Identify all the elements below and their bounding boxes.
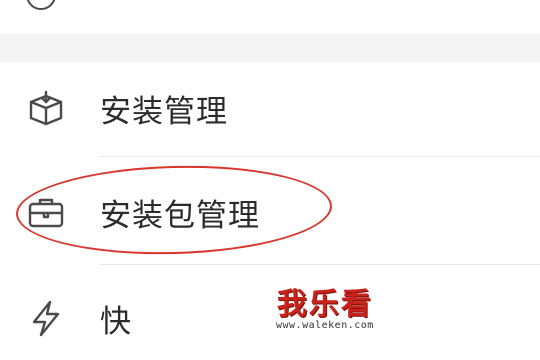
package-box-icon [29, 90, 63, 126]
circle-icon [26, 0, 56, 10]
menu-item-quick[interactable] [0, 272, 540, 360]
watermark: 我乐看 www.waleken.com [276, 287, 374, 332]
watermark-url: www.waleken.com [276, 320, 374, 331]
divider [100, 264, 540, 265]
divider [100, 156, 540, 157]
menu-item-install-management[interactable]: 安装管理 [0, 62, 540, 150]
previous-menu-item-cut[interactable] [0, 0, 540, 34]
menu-item-label-partial: 快 [100, 304, 131, 340]
lightning-icon [32, 300, 60, 337]
menu-item-label: 安装管理 [100, 94, 228, 130]
section-gap [0, 34, 540, 62]
watermark-title: 我乐看 [276, 287, 373, 322]
